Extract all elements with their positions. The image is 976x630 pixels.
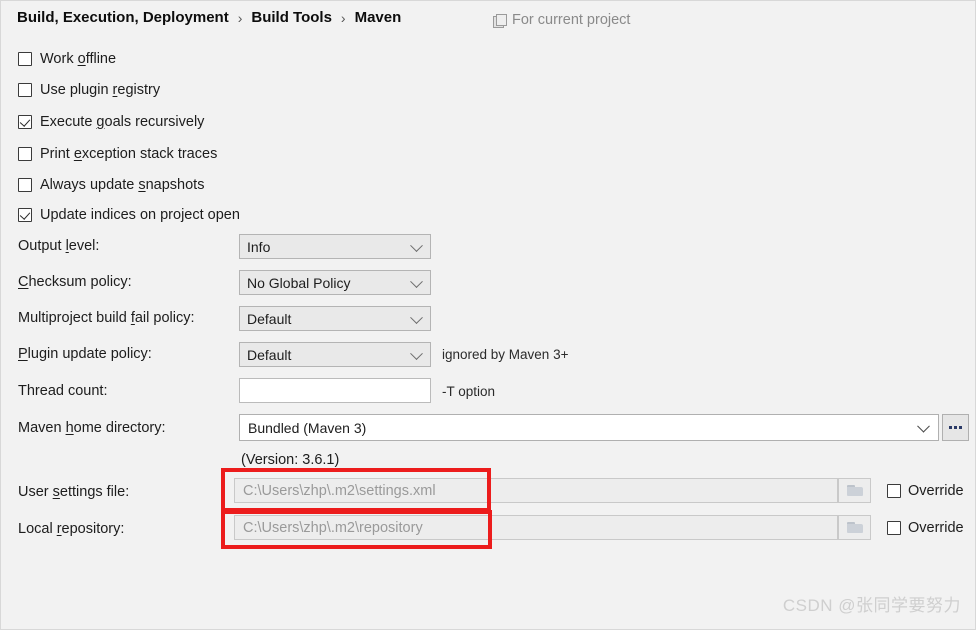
scope-label: For current project <box>512 12 631 28</box>
checkbox-row-always-update-snapshots[interactable]: Always update snapshots <box>18 177 204 193</box>
label-checksum-policy: Checksum policy: <box>18 274 132 290</box>
dropdown-value: Default <box>247 346 292 363</box>
browse-maven-home-button[interactable] <box>942 414 969 441</box>
breadcrumb: Build, Execution, Deployment › Build Too… <box>17 9 401 26</box>
override-row-user-settings-file[interactable]: Override <box>887 483 964 499</box>
checkbox-always-update-snapshots[interactable] <box>18 178 32 192</box>
browse-local-repository-button[interactable] <box>838 515 871 540</box>
checkbox-work-offline[interactable] <box>18 52 32 66</box>
dropdown-checksum-policy[interactable]: No Global Policy <box>239 270 431 295</box>
override-row-local-repository[interactable]: Override <box>887 520 964 536</box>
breadcrumb-item-maven[interactable]: Maven <box>355 9 402 26</box>
checkbox-row-update-indices-on-project-open[interactable]: Update indices on project open <box>18 207 240 223</box>
label-multiproject-fail-policy: Multiproject build fail policy: <box>18 310 195 326</box>
dot <box>949 426 952 429</box>
chevron-down-icon <box>410 346 423 360</box>
hint-thread-count: -T option <box>442 384 496 399</box>
input-thread-count[interactable] <box>239 378 431 403</box>
override-label: Override <box>908 483 964 499</box>
override-label: Override <box>908 520 964 536</box>
chevron-down-icon <box>410 310 423 324</box>
checkbox-label: Work offline <box>40 51 117 67</box>
folder-icon <box>846 521 863 534</box>
label-maven-home-directory: Maven home directory: <box>18 420 166 436</box>
maven-settings-panel: Build, Execution, Deployment › Build Too… <box>0 0 976 630</box>
path-value: C:\Users\zhp\.m2\settings.xml <box>243 482 436 499</box>
dropdown-value: Info <box>247 238 271 255</box>
chevron-down-icon <box>917 419 930 433</box>
label-local-repository: Local repository: <box>18 521 125 537</box>
chevron-down-icon <box>410 238 423 252</box>
dropdown-maven-home-directory[interactable]: Bundled (Maven 3) <box>239 414 939 441</box>
breadcrumb-item-build-execution-deployment[interactable]: Build, Execution, Deployment <box>17 9 229 26</box>
input-local-repository[interactable]: C:\Users\zhp\.m2\repository <box>234 515 838 540</box>
path-value: C:\Users\zhp\.m2\repository <box>243 519 423 536</box>
checkbox-row-use-plugin-registry[interactable]: Use plugin registry <box>18 82 160 98</box>
breadcrumb-separator: › <box>340 9 346 26</box>
checkbox-label: Always update snapshots <box>40 177 205 193</box>
breadcrumb-separator: › <box>237 9 243 26</box>
label-plugin-update-policy: Plugin update policy: <box>18 346 152 362</box>
dropdown-plugin-update-policy[interactable]: Default <box>239 342 431 367</box>
checkbox-execute-goals-recursively[interactable] <box>18 115 32 129</box>
label-thread-count: Thread count: <box>18 383 108 399</box>
label-user-settings-file: User settings file: <box>18 484 130 500</box>
hint-plugin-update-policy: ignored by Maven 3+ <box>442 347 569 362</box>
scope-indicator[interactable]: For current project <box>493 12 630 28</box>
label-output-level: Output level: <box>18 238 100 254</box>
checkbox-label: Print exception stack traces <box>40 146 218 162</box>
dropdown-output-level[interactable]: Info <box>239 234 431 259</box>
checkbox-override-user-settings-file[interactable] <box>887 484 901 498</box>
input-user-settings-file[interactable]: C:\Users\zhp\.m2\settings.xml <box>234 478 838 503</box>
checkbox-use-plugin-registry[interactable] <box>18 83 32 97</box>
dropdown-value: Bundled (Maven 3) <box>248 419 367 436</box>
browse-user-settings-file-button[interactable] <box>838 478 871 503</box>
dropdown-value: Default <box>247 310 292 327</box>
watermark: CSDN @张同学要努力 <box>782 596 961 615</box>
dropdown-value: No Global Policy <box>247 274 351 291</box>
checkbox-override-local-repository[interactable] <box>887 521 901 535</box>
folder-icon <box>846 484 863 497</box>
checkbox-row-execute-goals-recursively[interactable]: Execute goals recursively <box>18 114 204 130</box>
checkbox-row-print-exception-stack-traces[interactable]: Print exception stack traces <box>18 146 217 162</box>
checkbox-label: Execute goals recursively <box>40 114 205 130</box>
checkbox-print-exception-stack-traces[interactable] <box>18 147 32 161</box>
checkbox-label: Update indices on project open <box>40 207 240 223</box>
checkbox-row-work-offline[interactable]: Work offline <box>18 51 116 67</box>
copy-document-icon <box>493 13 507 28</box>
breadcrumb-item-build-tools[interactable]: Build Tools <box>251 9 332 26</box>
dropdown-multiproject-fail-policy[interactable]: Default <box>239 306 431 331</box>
checkbox-update-indices-on-project-open[interactable] <box>18 208 32 222</box>
dot <box>959 426 962 429</box>
dot <box>954 426 957 429</box>
maven-version-text: (Version: 3.6.1) <box>241 452 340 468</box>
chevron-down-icon <box>410 274 423 288</box>
checkbox-label: Use plugin registry <box>40 82 161 98</box>
